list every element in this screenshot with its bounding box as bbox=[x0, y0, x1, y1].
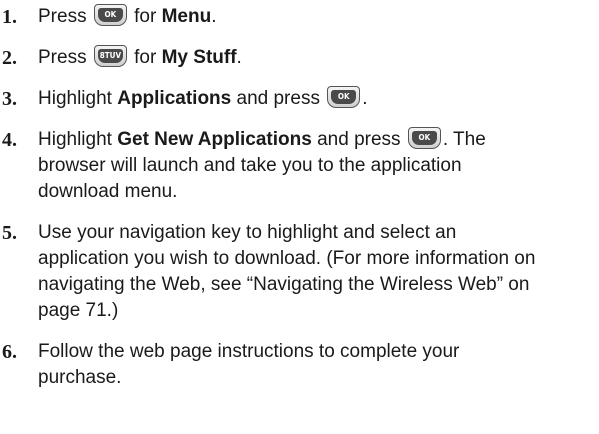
step-line: page 71.) bbox=[38, 300, 119, 321]
step-number: 4. bbox=[2, 129, 17, 151]
step-4: 4. Highlight Get New Applications and pr… bbox=[0, 127, 599, 205]
step-line: browser will launch and take you to the … bbox=[38, 155, 462, 176]
get-new-applications-label: Get New Applications bbox=[117, 129, 312, 150]
step-line: navigating the Web, see “Navigating the … bbox=[38, 274, 530, 295]
menu-ok-key-icon: OK bbox=[93, 4, 127, 26]
step-1: 1. Press OK for Menu. bbox=[0, 4, 599, 30]
applications-label: Applications bbox=[117, 88, 232, 109]
step-number: 3. bbox=[2, 88, 17, 110]
menu-ok-key-icon: OK bbox=[327, 86, 361, 108]
step-text: Press OK for Menu. bbox=[38, 4, 217, 27]
eight-key-icon: 8TUV bbox=[93, 45, 127, 67]
my-stuff-label: My Stuff bbox=[161, 47, 237, 68]
step-line: Use your navigation key to highlight and… bbox=[38, 222, 457, 243]
step-number: 5. bbox=[2, 222, 17, 244]
step-line: download menu. bbox=[38, 181, 178, 202]
step-text: Use your navigation key to highlight and… bbox=[38, 220, 593, 324]
menu-ok-key-icon: OK bbox=[407, 127, 441, 149]
step-number: 6. bbox=[2, 341, 17, 363]
step-6: 6. Follow the web page instructions to c… bbox=[0, 339, 599, 391]
step-number: 1. bbox=[2, 6, 17, 28]
step-line: purchase. bbox=[38, 367, 122, 388]
step-number: 2. bbox=[2, 47, 17, 69]
step-5: 5. Use your navigation key to highlight … bbox=[0, 220, 599, 324]
step-3: 3. Highlight Applications and press OK. bbox=[0, 86, 599, 112]
step-text: Press 8TUV for My Stuff. bbox=[38, 45, 242, 68]
step-2: 2. Press 8TUV for My Stuff. bbox=[0, 45, 599, 71]
step-text: Highlight Applications and press OK. bbox=[38, 86, 368, 109]
step-line: application you wish to download. (For m… bbox=[38, 248, 536, 269]
step-line: Follow the web page instructions to comp… bbox=[38, 341, 460, 362]
step-line: Highlight Get New Applications and press… bbox=[38, 127, 486, 150]
step-text: Highlight Get New Applications and press… bbox=[38, 127, 593, 205]
step-text: Follow the web page instructions to comp… bbox=[38, 339, 593, 391]
menu-label: Menu bbox=[161, 6, 212, 27]
instruction-list: 1. Press OK for Menu. 2. Press 8TUV for … bbox=[0, 0, 599, 434]
